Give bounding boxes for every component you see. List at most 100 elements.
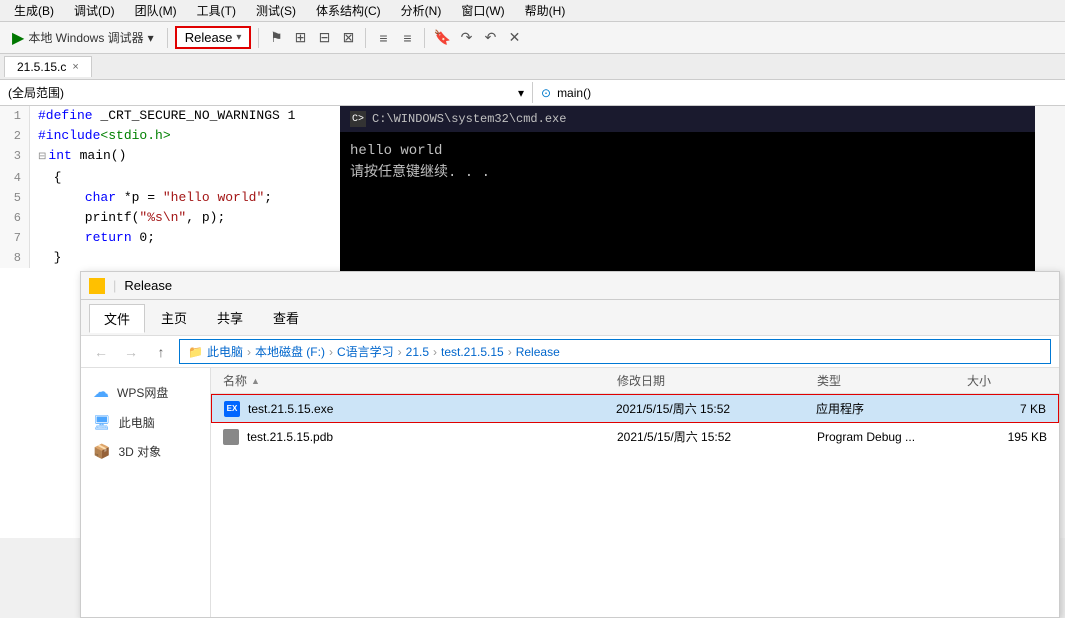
tab-close-icon[interactable]: ×	[72, 61, 78, 73]
col-size[interactable]: 大小	[967, 372, 1047, 389]
col-name-label: 名称	[223, 372, 247, 389]
toolbar-icon-5[interactable]: ≡	[373, 28, 393, 48]
menu-bar: 生成(B) 调试(D) 团队(M) 工具(T) 测试(S) 体系结构(C) 分析…	[0, 0, 1065, 22]
function-selector[interactable]: ⊙ main()	[533, 84, 1065, 102]
menu-help[interactable]: 帮助(H)	[517, 0, 574, 21]
exe-size: 7 KB	[966, 402, 1046, 416]
function-icon: ⊙	[541, 86, 551, 100]
exe-file-icon: EX	[224, 401, 240, 417]
cmd-window: C> C:\WINDOWS\system32\cmd.exe hello wor…	[340, 106, 1035, 271]
ribbon-tab-view[interactable]: 查看	[259, 304, 313, 331]
col-date-label: 修改日期	[617, 372, 665, 389]
pc-icon: 🖥	[93, 414, 111, 431]
file-tab[interactable]: 21.5.15.c ×	[4, 56, 92, 77]
line-content-2: #include<stdio.h>	[30, 126, 171, 146]
sidebar-item-3d[interactable]: 📦 3D 对象	[81, 437, 210, 466]
line-content-5: char *p = "hello world";	[30, 188, 272, 208]
line-num-5: 5	[0, 188, 30, 208]
code-line-8: 8 }	[0, 248, 344, 268]
col-size-label: 大小	[967, 372, 991, 389]
scope-selector[interactable]: (全局范围) ▾	[0, 82, 533, 103]
line-num-7: 7	[0, 228, 30, 248]
ribbon-tab-share[interactable]: 共享	[203, 304, 257, 331]
code-line-3: 3 ⊟int main()	[0, 146, 344, 168]
address-bar: ← → ↑ 📁 此电脑 › 本地磁盘 (F:) › C语言学习 › 21.5 ›…	[81, 336, 1059, 368]
debugger-arrow: ▾	[148, 31, 154, 45]
code-header: (全局范围) ▾ ⊙ main()	[0, 80, 1065, 106]
path-folder-icon: 📁	[188, 345, 203, 359]
menu-debug[interactable]: 调试(D)	[66, 0, 123, 21]
address-path[interactable]: 📁 此电脑 › 本地磁盘 (F:) › C语言学习 › 21.5 › test.…	[179, 339, 1051, 364]
code-line-6: 6 printf("%s\n", p);	[0, 208, 344, 228]
tab-filename: 21.5.15.c	[17, 60, 66, 74]
scope-arrow-icon: ▾	[518, 86, 524, 100]
run-button[interactable]: ▶ 本地 Windows 调试器 ▾	[6, 25, 160, 51]
col-type[interactable]: 类型	[817, 372, 967, 389]
target-icon[interactable]: ✕	[504, 28, 524, 48]
release-dropdown[interactable]: Release ▾	[175, 26, 252, 49]
sidebar-3d-label: 3D 对象	[118, 443, 161, 460]
toolbar-sep-2	[258, 28, 259, 48]
col-name[interactable]: 名称 ▲	[223, 372, 617, 389]
menu-tools[interactable]: 工具(T)	[189, 0, 244, 21]
path-pc[interactable]: 此电脑	[207, 343, 243, 360]
explorer-folder-icon	[89, 278, 105, 294]
release-label: Release	[185, 30, 233, 45]
nav-forward-button[interactable]: →	[119, 340, 143, 364]
scope-label: (全局范围)	[8, 84, 64, 101]
file-list-container: ☁ WPS网盘 🖥 此电脑 📦 3D 对象	[81, 368, 1059, 617]
file-explorer: | Release 文件 主页 共享 查看 ← → ↑ 📁 此电脑 › 本地磁盘…	[80, 271, 1060, 618]
path-clang[interactable]: C语言学习	[337, 343, 394, 360]
code-line-5: 5 char *p = "hello world";	[0, 188, 344, 208]
cmd-content: hello world 请按任意键继续. . .	[340, 132, 1035, 271]
pdb-size: 195 KB	[967, 430, 1047, 444]
explorer-title-bar: | Release	[81, 272, 1059, 300]
path-drive[interactable]: 本地磁盘 (F:)	[255, 343, 325, 360]
function-label: main()	[557, 86, 591, 100]
toolbar-icon-4[interactable]: ⊠	[338, 28, 358, 48]
cmd-title-text: C:\WINDOWS\system32\cmd.exe	[372, 112, 566, 126]
menu-build[interactable]: 生成(B)	[6, 0, 62, 21]
path-release[interactable]: Release	[516, 345, 560, 359]
pdb-date: 2021/5/15/周六 15:52	[617, 428, 817, 445]
debugger-label: 本地 Windows 调试器	[28, 29, 143, 46]
wps-icon: ☁	[93, 382, 109, 402]
exe-date: 2021/5/15/周六 15:52	[616, 400, 816, 417]
file-row-exe[interactable]: EX test.21.5.15.exe 2021/5/15/周六 15:52 应…	[211, 394, 1059, 423]
sidebar-item-wps[interactable]: ☁ WPS网盘	[81, 376, 210, 408]
ribbon-tab-home[interactable]: 主页	[147, 304, 201, 331]
line-content-8: }	[30, 248, 61, 268]
nav-back-button[interactable]: ←	[89, 340, 113, 364]
path-test[interactable]: test.21.5.15	[441, 345, 504, 359]
nav-up-button[interactable]: ↑	[149, 340, 173, 364]
ribbon-tab-file[interactable]: 文件	[89, 304, 145, 333]
toolbar: ▶ 本地 Windows 调试器 ▾ Release ▾ ⚑ ⊞ ⊟ ⊠ ≡ ≡…	[0, 22, 1065, 54]
menu-arch[interactable]: 体系结构(C)	[308, 0, 389, 21]
cmd-line-2: 请按任意键继续. . .	[350, 162, 1025, 184]
line-num-6: 6	[0, 208, 30, 228]
ide-container: 生成(B) 调试(D) 团队(M) 工具(T) 测试(S) 体系结构(C) 分析…	[0, 0, 1065, 538]
file-row-pdb[interactable]: test.21.5.15.pdb 2021/5/15/周六 15:52 Prog…	[211, 423, 1059, 450]
toolbar-icon-1[interactable]: ⚑	[266, 28, 286, 48]
toolbar-icon-6[interactable]: ≡	[397, 28, 417, 48]
line-num-8: 8	[0, 248, 30, 268]
menu-window[interactable]: 窗口(W)	[453, 0, 512, 21]
line-content-6: printf("%s\n", p);	[30, 208, 225, 228]
toolbar-icon-2[interactable]: ⊞	[290, 28, 310, 48]
line-content-3: ⊟int main()	[30, 146, 126, 168]
tab-bar: 21.5.15.c ×	[0, 54, 1065, 80]
nav-forward-icon[interactable]: ↷	[456, 28, 476, 48]
file-table-header: 名称 ▲ 修改日期 类型 大小	[211, 368, 1059, 394]
line-num-2: 2	[0, 126, 30, 146]
nav-back-icon[interactable]: ↶	[480, 28, 500, 48]
sort-arrow-icon: ▲	[251, 376, 260, 386]
menu-test[interactable]: 测试(S)	[248, 0, 304, 21]
toolbar-sep-4	[424, 28, 425, 48]
col-date[interactable]: 修改日期	[617, 372, 817, 389]
bookmark-icon[interactable]: 🔖	[432, 28, 452, 48]
menu-analyze[interactable]: 分析(N)	[393, 0, 450, 21]
menu-team[interactable]: 团队(M)	[127, 0, 185, 21]
sidebar-item-pc[interactable]: 🖥 此电脑	[81, 408, 210, 437]
toolbar-icon-3[interactable]: ⊟	[314, 28, 334, 48]
path-21-5[interactable]: 21.5	[406, 345, 429, 359]
